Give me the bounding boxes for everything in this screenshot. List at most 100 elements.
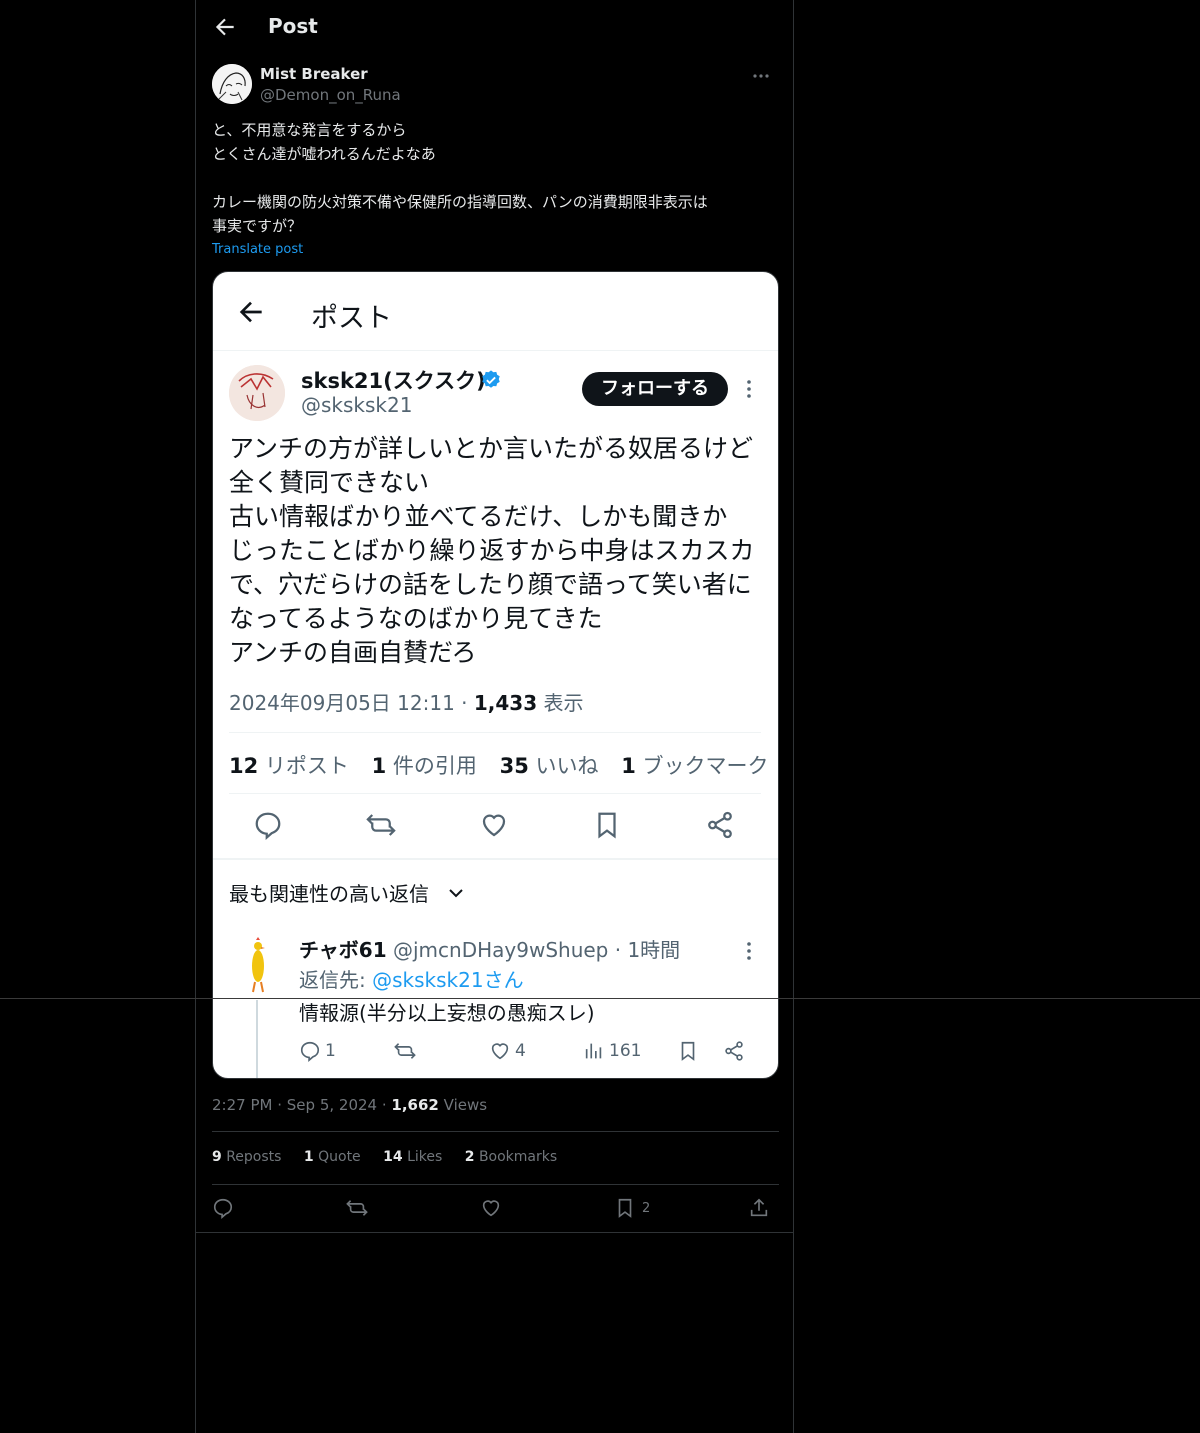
repost-icon [346, 1200, 368, 1216]
screenshot-author-name: sksk21(スクスク) [301, 369, 486, 393]
views-label: Views [443, 1096, 488, 1114]
reply-to-handle: @sksksk21さん [372, 968, 524, 992]
stat-reposts: 12 リポスト [229, 754, 349, 778]
reply-views: 161 [583, 1038, 641, 1064]
translate-post-link[interactable]: Translate post [212, 242, 303, 257]
repost-icon [394, 1043, 416, 1059]
post-action-bar: 2 [212, 1196, 779, 1222]
reply-replies: 1 [299, 1038, 336, 1064]
divider [212, 1184, 779, 1185]
verified-badge-icon [482, 370, 500, 388]
attached-screenshot[interactable]: ポスト sksk21(スクスク) @sksksk21 フォローする アンチの方が… [212, 271, 779, 1079]
more-options-icon [747, 380, 751, 398]
divider [213, 858, 778, 860]
screenshot-line: で、穴だらけの話をしたり顔で語って笑い者に [229, 570, 752, 599]
main-column: Post Mist Breaker @Demon_on_Runa と、不用意な発… [195, 0, 794, 1433]
stat-bookmarks[interactable]: 2 Bookmarks [465, 1149, 557, 1165]
screenshot-post-text: アンチの方が詳しいとか言いたがる奴居るけど 全く賛同できない 古い情報ばかり並べ… [229, 432, 769, 670]
screenshot-line: アンチの自画自賛だろ [229, 638, 477, 667]
reply-share [723, 1038, 745, 1064]
reply-sort-label: 最も関連性の高い返信 [229, 882, 429, 906]
rubber-chicken-avatar-icon [252, 937, 265, 993]
screenshot-author-handle: @sksksk21 [301, 393, 413, 417]
post-date[interactable]: Sep 5, 2024 [287, 1096, 377, 1114]
share-upload-icon [750, 1198, 768, 1217]
screenshot-line: アンチの方が詳しいとか言いたがる奴居るけど [229, 434, 754, 463]
bookmark-icon [618, 1198, 632, 1218]
repost-button[interactable] [345, 1196, 369, 1220]
divider [229, 793, 761, 794]
like-button[interactable] [480, 1196, 502, 1220]
stat-reposts[interactable]: 9 Reposts [212, 1149, 281, 1165]
divider [196, 1232, 793, 1233]
back-arrow-icon [239, 301, 262, 323]
screenshot-post-meta: 2024年09月05日 12:11 · 1,433 表示 [229, 691, 584, 715]
like-icon [491, 1043, 509, 1060]
screenshot-views-count: 1,433 [473, 691, 538, 715]
stat-quotes: 1 件の引用 [371, 754, 477, 778]
like-icon [482, 814, 506, 837]
chevron-down-icon [449, 889, 463, 898]
post-time[interactable]: 2:27 PM [212, 1096, 272, 1114]
reply-icon [300, 1041, 320, 1062]
post-line: 事実ですが？ [212, 217, 303, 235]
author-name[interactable]: Mist Breaker [260, 65, 368, 83]
screenshot-line: 古い情報ばかり並べてるだけ、しかも聞きか [229, 502, 728, 531]
stat-likes[interactable]: 14 Likes [383, 1149, 442, 1165]
bookmark-icon [598, 812, 616, 839]
views-count: 1,662 [391, 1096, 439, 1114]
reply-author-name: チャボ61 [299, 938, 387, 962]
author-handle[interactable]: @Demon_on_Runa [260, 86, 401, 104]
post-line: と、不用意な発言をするから [212, 121, 407, 139]
screenshot-line: なってるようなのばかり見てきた [229, 604, 603, 633]
reply-button[interactable] [212, 1196, 234, 1220]
post-line: カレー機関の防火対策不備や保健所の指導回数、パンの消費期限非表示は [212, 193, 708, 211]
bookmark-icon [681, 1041, 695, 1061]
share-button[interactable] [748, 1196, 770, 1220]
reply-icon [255, 812, 281, 840]
divider [212, 1131, 779, 1132]
more-options-icon [747, 942, 751, 960]
views-chart-icon [585, 1043, 602, 1059]
reply-action-bar: 1 4 161 [299, 1038, 759, 1068]
post-line [212, 166, 777, 190]
post-author: Mist Breaker @Demon_on_Runa [212, 64, 772, 108]
screenshot-views-label: 表示 [543, 691, 584, 715]
bookmark-count: 2 [642, 1200, 651, 1216]
reply-text: 情報源(半分以上妄想の愚痴スレ) [299, 1001, 595, 1025]
screenshot-stats: 12 リポスト 1 件の引用 35 いいね 1 ブックマーク [229, 750, 778, 780]
avatar-drawing-icon [229, 365, 285, 421]
post-meta: 2:27 PM · Sep 5, 2024 · 1,662 Views [212, 1096, 488, 1114]
avatar[interactable] [212, 64, 252, 104]
reply-reposts [393, 1038, 417, 1064]
thread-line [256, 1000, 258, 1078]
reply-bookmark [677, 1038, 699, 1064]
reply-icon [213, 1198, 233, 1219]
reply-author: チャボ61 @jmcnDHay9wShuep · 1時間 [299, 934, 680, 963]
bookmark-button[interactable]: 2 [614, 1196, 650, 1220]
back-arrow-icon[interactable] [212, 14, 238, 40]
divider [229, 732, 761, 733]
screenshot-datetime: 2024年09月05日 12:11 [229, 691, 455, 715]
avatar [229, 365, 285, 421]
post-text: と、不用意な発言をするから とくさん達が嘘われるんだよなあ カレー機関の防火対策… [212, 118, 777, 238]
screenshot-line: じったことばかり繰り返すから中身はスカスカ [229, 536, 755, 565]
screenshot-line: 全く賛同できない [229, 468, 430, 497]
screenshot-title: ポスト [311, 303, 392, 334]
more-options-icon[interactable] [750, 66, 772, 86]
stat-quotes[interactable]: 1 Quote [304, 1149, 361, 1165]
stat-likes: 35 いいね [499, 754, 599, 778]
reply-likes: 4 [489, 1038, 526, 1064]
avatar-sketch-icon [212, 64, 252, 104]
reply-author-handle-time: @jmcnDHay9wShuep · 1時間 [393, 938, 681, 962]
like-icon [482, 1200, 500, 1217]
stat-bookmarks: 1 ブックマーク [621, 754, 769, 778]
share-icon [725, 1041, 743, 1061]
reply-to-line: 返信先: @sksksk21さん [299, 968, 524, 992]
screenshot-action-bar [213, 802, 778, 852]
screenshot-header: ポスト [213, 272, 778, 351]
share-icon [708, 811, 732, 839]
horizontal-guide-line [0, 998, 1200, 999]
page-header: Post [196, 0, 793, 56]
follow-button: フォローする [582, 372, 728, 406]
